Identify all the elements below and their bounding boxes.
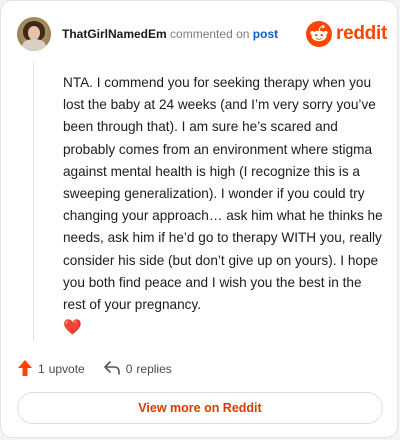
heart-emoji: ❤️	[63, 319, 82, 337]
upvote-button[interactable]: 1 upvote	[17, 359, 85, 380]
reply-count: 0	[125, 362, 133, 376]
reddit-wordmark: reddit	[336, 23, 387, 44]
comment-header: ThatGirlNamedEm commented on post reddit	[17, 15, 387, 53]
reddit-logo[interactable]: reddit	[306, 19, 387, 49]
comment-body: NTA. I commend you for seeking therapy w…	[63, 72, 383, 339]
reddit-embed-card: ThatGirlNamedEm commented on post reddit	[0, 0, 398, 438]
upvote-label: upvote	[48, 362, 85, 376]
upvote-count: 1	[38, 362, 45, 376]
view-more-button[interactable]: View more on Reddit	[17, 392, 383, 424]
comment-text: NTA. I commend you for seeking therapy w…	[63, 75, 383, 313]
reddit-snoo-icon	[306, 21, 333, 47]
upvote-arrow-icon	[17, 359, 38, 380]
action-text: commented on	[170, 27, 250, 41]
replies-button[interactable]: 0 replies	[103, 360, 172, 379]
thread-line	[33, 61, 34, 341]
post-link[interactable]: post	[253, 27, 278, 41]
avatar[interactable]	[17, 17, 51, 51]
reply-arrow-icon	[103, 360, 126, 379]
reply-label: replies	[136, 362, 172, 376]
comment-actions: 1 upvote 0 replies	[17, 359, 172, 379]
username-link[interactable]: ThatGirlNamedEm	[62, 27, 167, 41]
comment-meta: ThatGirlNamedEm commented on post	[62, 27, 278, 41]
